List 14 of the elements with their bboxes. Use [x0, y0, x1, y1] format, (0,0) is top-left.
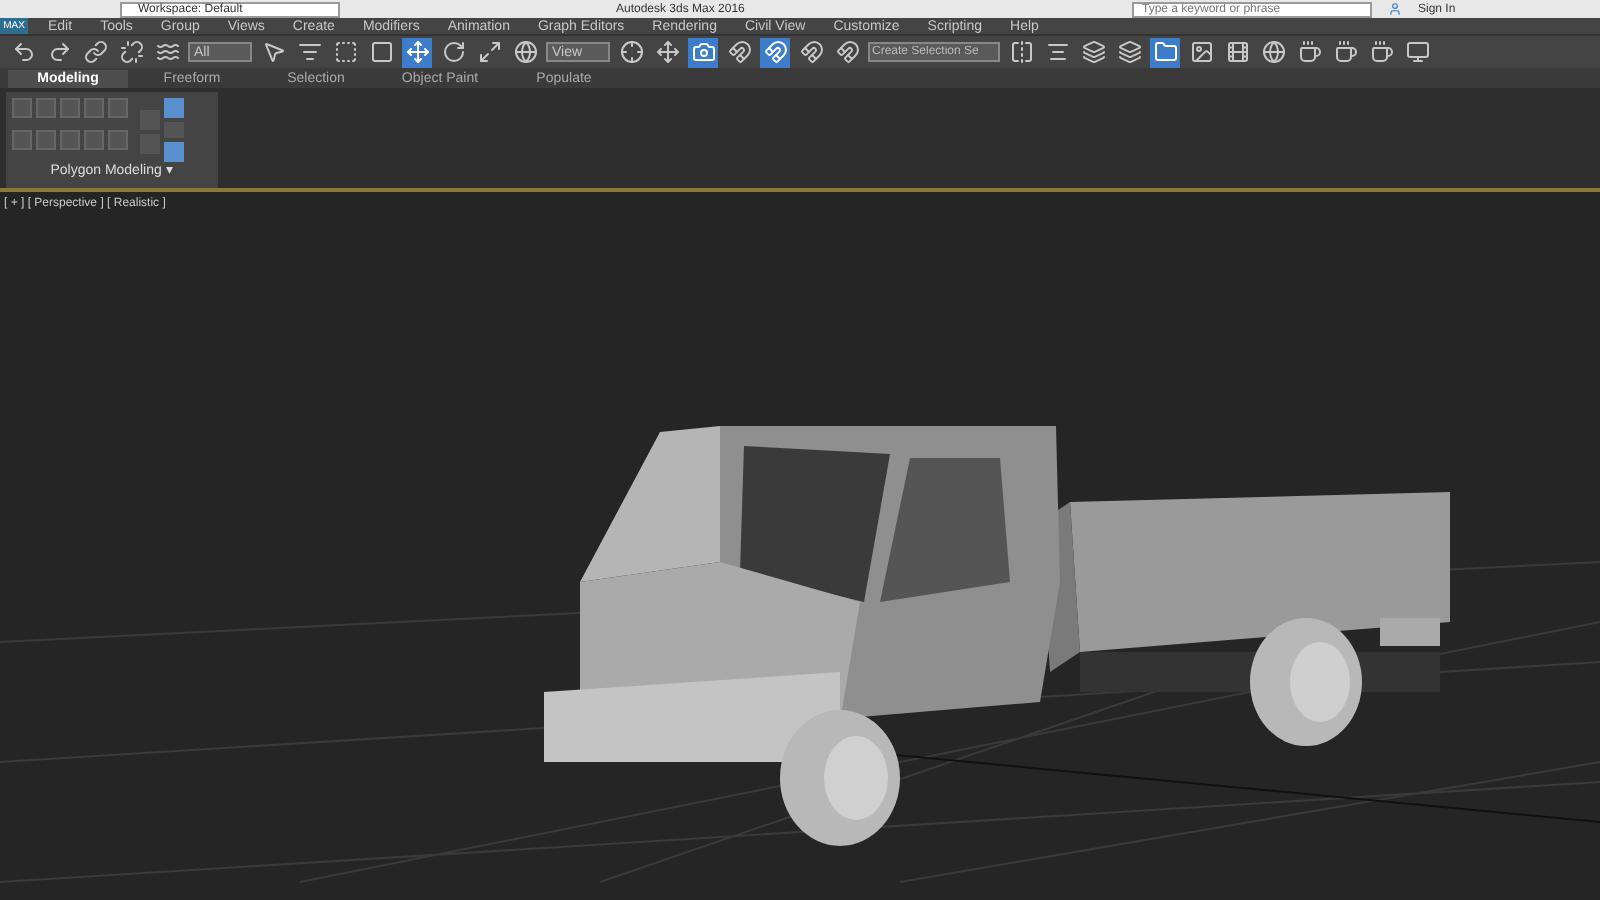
region-icon[interactable]	[330, 37, 360, 67]
rotate-icon[interactable]	[438, 37, 468, 67]
move-icon[interactable]	[402, 37, 432, 67]
layers-icon[interactable]	[1078, 37, 1108, 67]
snap-icon[interactable]	[724, 37, 754, 67]
scale-icon[interactable]	[474, 37, 504, 67]
link-icon[interactable]	[80, 37, 110, 67]
camera-icon[interactable]	[688, 37, 718, 67]
layer-manager-icon[interactable]	[1114, 37, 1144, 67]
sphere-icon[interactable]	[510, 37, 540, 67]
explorer-icon[interactable]	[1150, 37, 1180, 67]
user-icon	[1388, 2, 1402, 16]
mirror-icon[interactable]	[1006, 37, 1036, 67]
unlink-icon[interactable]	[116, 37, 146, 67]
